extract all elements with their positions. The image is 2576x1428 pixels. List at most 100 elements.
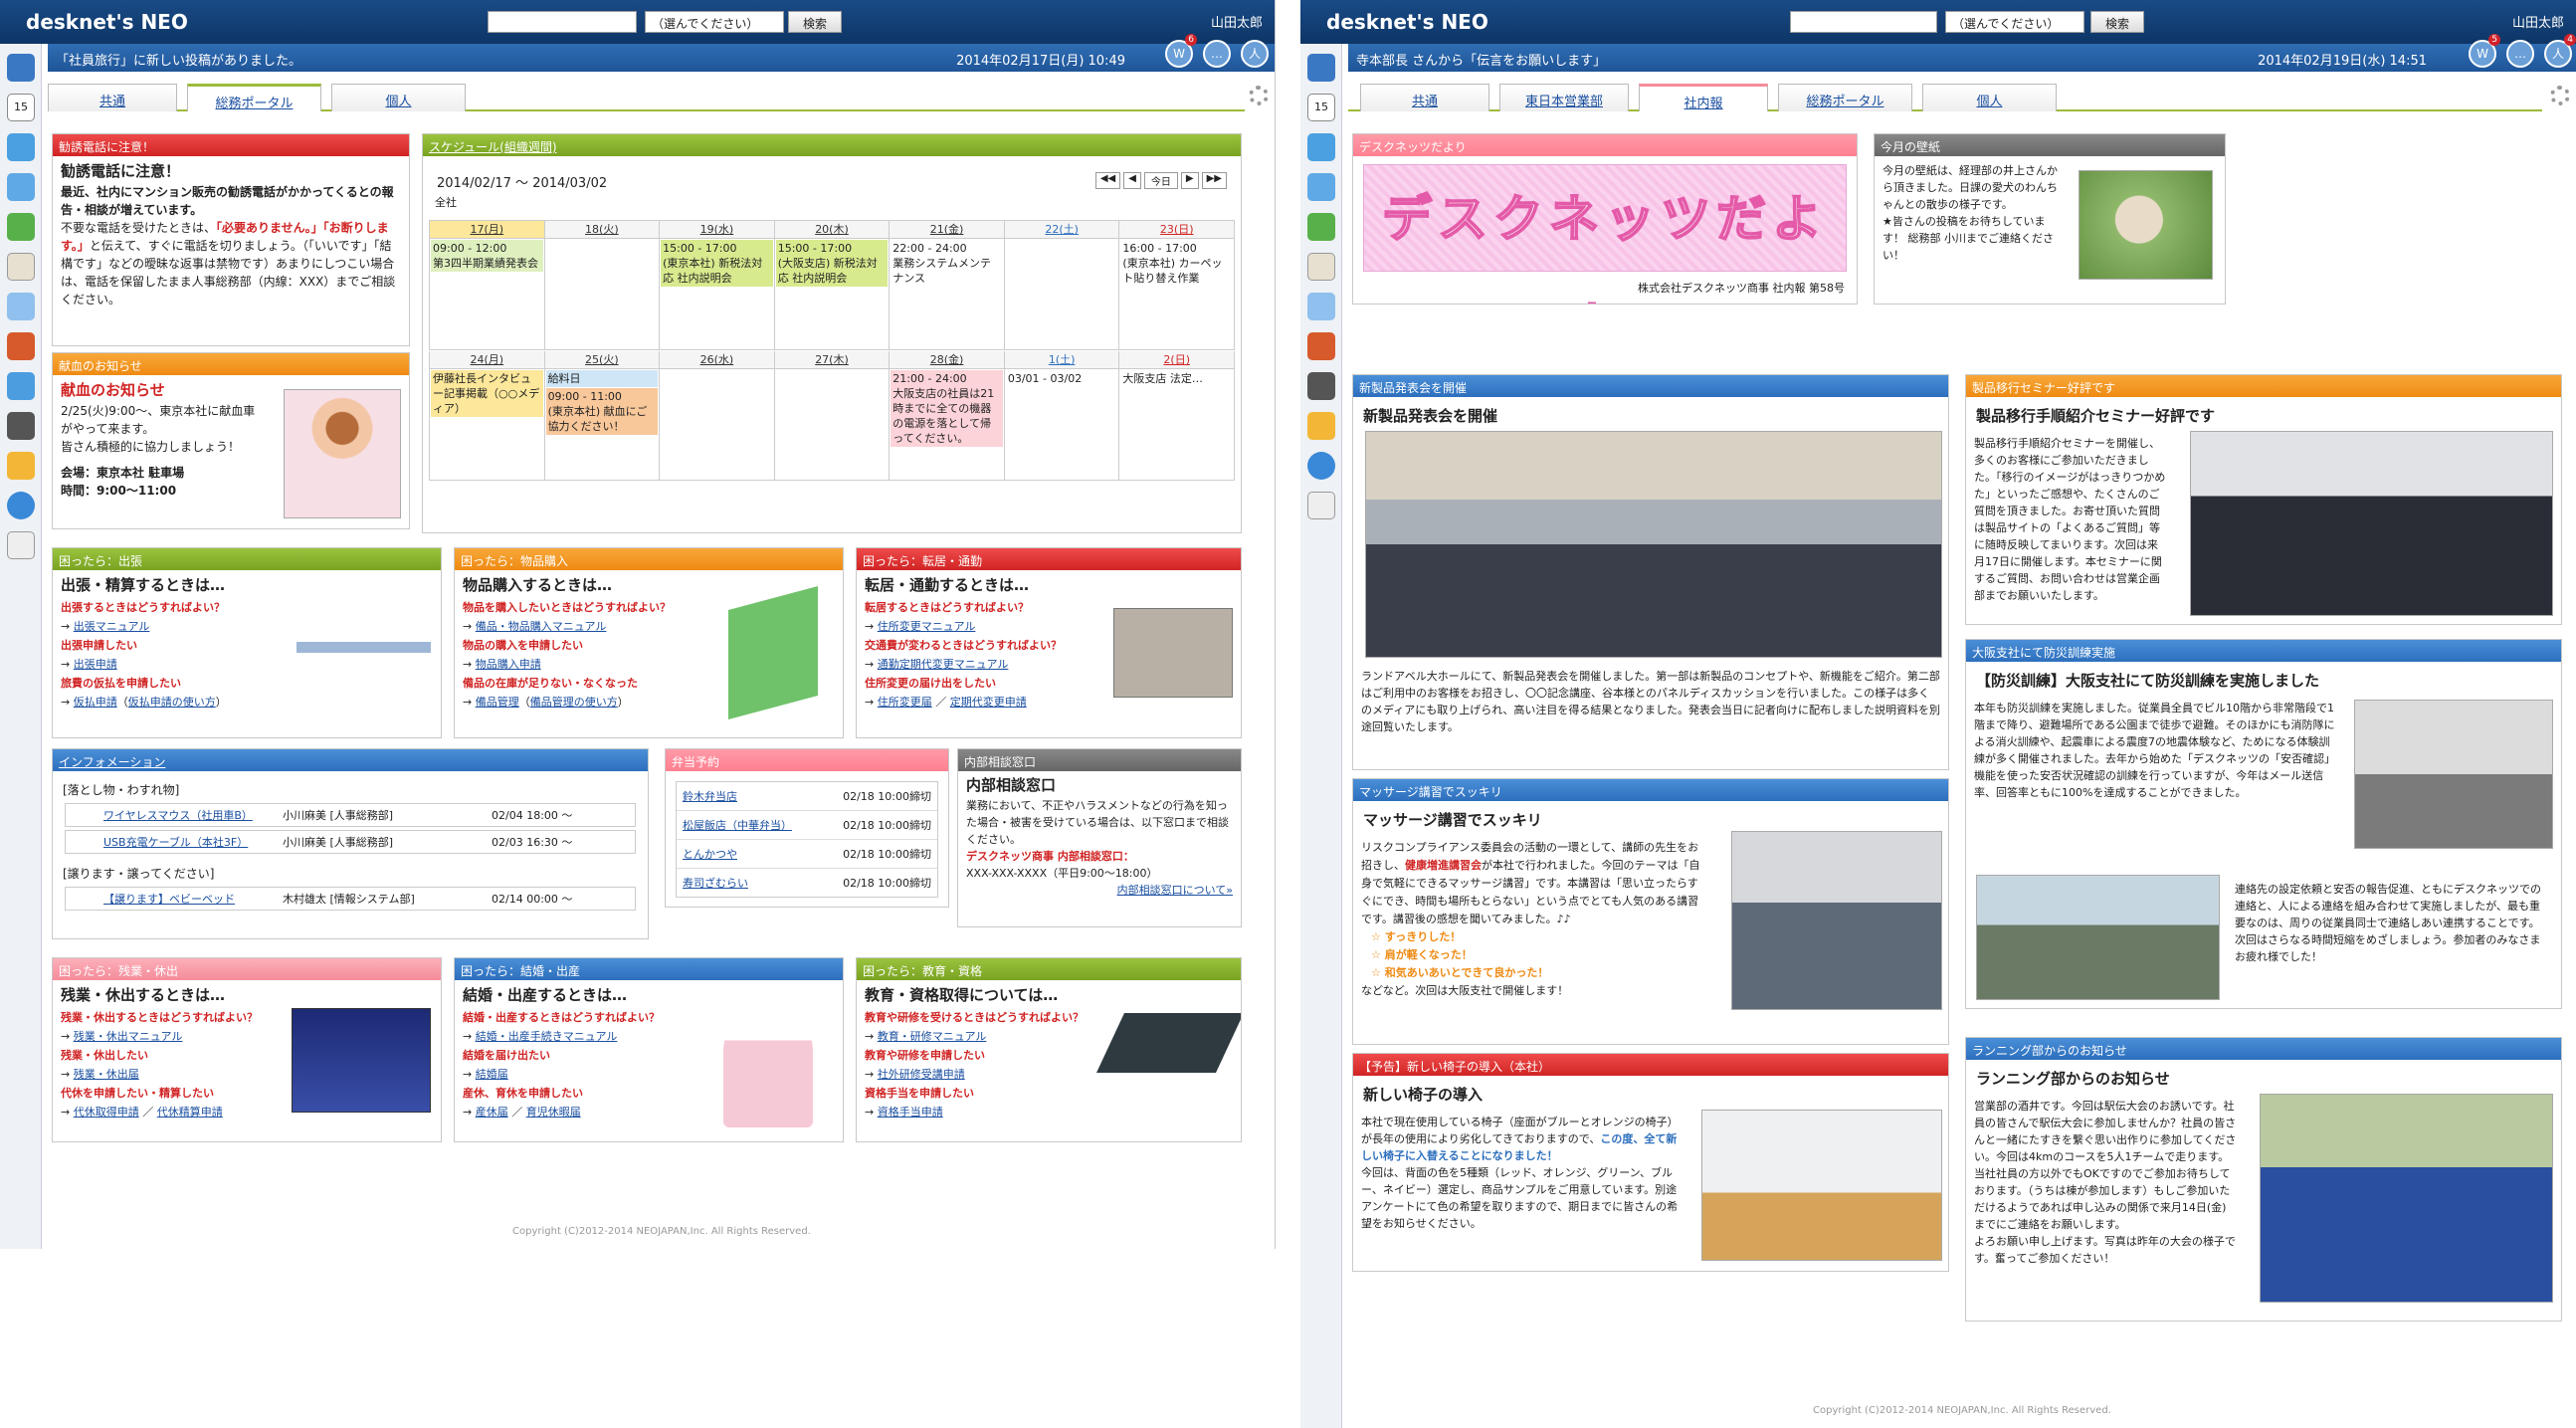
consult-link[interactable]: 内部相談窓口について» — [966, 882, 1233, 899]
info-row[interactable]: 【譲ります】ベビーベッド 木村雄太 [情報システム部] 02/14 00:00 ～ — [65, 887, 636, 911]
help-link[interactable]: 通勤定期代変更マニュアル — [878, 658, 1009, 671]
info-row[interactable]: ワイヤレスマウス（社用車B） 小川麻美 [人事総務部] 02/04 18:00 ～ — [65, 803, 636, 827]
search-category-select[interactable]: （選んでください） — [645, 11, 784, 33]
notification-bar[interactable]: 「社員旅行」に新しい投稿がありました。 2014年02月17日(月) 10:49 — [48, 44, 1275, 72]
search-button[interactable]: 検索 — [788, 11, 843, 33]
info-title[interactable]: ワイヤレスマウス（社用車B） — [74, 807, 253, 823]
day-cell[interactable]: 17(月) 09:00 - 12:00 第3四半期業績発表会 — [430, 221, 545, 350]
tab-personal[interactable]: 個人 — [1922, 84, 2057, 111]
day-header[interactable]: 20(木) — [774, 221, 890, 239]
day-cell[interactable]: 22(土) — [1004, 221, 1120, 350]
portal-icon[interactable] — [1307, 54, 1335, 82]
day-header[interactable]: 18(火) — [544, 221, 660, 239]
help-link[interactable]: 出張マニュアル — [74, 620, 150, 633]
tab-company-newsletter[interactable]: 社内報 — [1639, 84, 1768, 111]
schedule-header-link[interactable]: スケジュール(組織週間) — [429, 140, 557, 154]
text-icon[interactable] — [1307, 492, 1335, 519]
search-button[interactable]: 検索 — [2090, 11, 2145, 33]
help-link[interactable]: 社外研修受講申請 — [878, 1068, 965, 1081]
tab-common[interactable]: 共通 — [1360, 84, 1489, 111]
event-title[interactable]: (東京本社) 献血にご協力ください！ — [548, 404, 657, 434]
lunch-shop[interactable]: 鈴木弁当店 — [683, 788, 737, 804]
user-icon[interactable] — [7, 133, 35, 161]
calendar-icon[interactable]: 15 — [7, 94, 35, 121]
day-cell[interactable]: 25(火) 給料日 09:00 - 11:00 (東京本社) 献血にご協力ください！ — [544, 351, 661, 481]
user-menu[interactable]: 山田太郎 — [1211, 12, 1263, 31]
gear-icon[interactable] — [2550, 86, 2570, 105]
event-time[interactable]: 15:00 - 17:00 — [778, 241, 887, 256]
report-icon[interactable] — [1307, 293, 1335, 320]
day-header[interactable]: 24(月) — [430, 351, 544, 369]
phone-icon[interactable] — [1307, 213, 1335, 241]
user-menu[interactable]: 山田太郎 — [2512, 12, 2564, 31]
next-day-button[interactable]: ▶ — [1180, 172, 1199, 189]
gear-icon[interactable] — [1249, 86, 1269, 105]
lunch-row[interactable]: 寿司ざむらい 02/18 10:00締切 — [677, 869, 937, 897]
cabinet-icon[interactable] — [7, 332, 35, 360]
day-header[interactable]: 27(木) — [774, 351, 890, 369]
person-icon[interactable]: 人 — [1241, 40, 1269, 68]
help-link[interactable]: 代休取得申請 — [74, 1106, 139, 1119]
day-cell[interactable]: 20(木) 15:00 - 17:00 (大阪支店) 新税法対応 社内説明会 — [774, 221, 891, 350]
event-time[interactable]: 03/01 - 03/02 — [1006, 370, 1118, 387]
help-link[interactable]: 残業・休出届 — [74, 1068, 139, 1081]
memo-icon[interactable] — [1307, 253, 1335, 281]
person-icon[interactable]: 人4 — [2544, 34, 2576, 68]
tab-general-affairs-portal[interactable]: 総務ポータル — [187, 84, 321, 111]
day-cell[interactable]: 24(月) 伊藤社長インタビュー記事掲載（○○メディア） — [430, 351, 545, 481]
notification-text[interactable]: 寺本部長 さんから「伝言をお願いします」 — [1356, 54, 1606, 69]
search-input[interactable] — [488, 11, 637, 33]
day-cell[interactable]: 23(日) 16:00 - 17:00 (東京本社) カーペット貼り替え作業 — [1119, 221, 1235, 350]
prev-day-button[interactable]: ◀ — [1123, 172, 1141, 189]
event-time[interactable]: 09:00 - 12:00 — [433, 241, 541, 256]
help-link[interactable]: 備品管理の使い方 — [530, 696, 618, 709]
help-link[interactable]: 仮払申請の使い方 — [128, 696, 216, 709]
app-logo[interactable]: desknet's NEO — [1326, 10, 1488, 34]
memo-icon[interactable] — [7, 253, 35, 281]
event-title[interactable]: 大阪支店の社員は21時までに全ての機器の電源を落として帰ってください。 — [892, 386, 1001, 446]
event-title[interactable]: (東京本社) 新税法対応 社内説明会 — [663, 256, 771, 286]
day-cell[interactable]: 28(金) 21:00 - 24:00 大阪支店の社員は21時までに全ての機器の電源… — [890, 351, 1005, 481]
folder-icon[interactable] — [7, 452, 35, 480]
info-title[interactable]: 【譲ります】ベビーベッド — [74, 891, 253, 907]
help-link[interactable]: 育児休暇届 — [526, 1106, 581, 1119]
day-header[interactable]: 19(水) — [660, 221, 774, 239]
search-input[interactable] — [1790, 11, 1937, 33]
message-icon[interactable]: … — [2506, 40, 2534, 68]
day-cell[interactable]: 19(水) 15:00 - 17:00 (東京本社) 新税法対応 社内説明会 — [660, 221, 775, 350]
search-category-select[interactable]: （選んでください） — [1945, 11, 2084, 33]
help-link[interactable]: 結婚・出産手続きマニュアル — [476, 1030, 618, 1043]
tab-east-japan-sales[interactable]: 東日本営業部 — [1499, 84, 1629, 111]
event-time[interactable]: 21:00 - 24:00 — [892, 371, 1001, 386]
notification-bar[interactable]: 寺本部長 さんから「伝言をお願いします」 2014年02月19日(水) 14:5… — [1348, 44, 2576, 72]
day-header[interactable]: 26(水) — [660, 351, 774, 369]
lunch-row[interactable]: 松屋飯店（中華弁当） 02/18 10:00締切 — [677, 811, 937, 840]
help-icon[interactable] — [7, 492, 35, 519]
monitor-icon[interactable] — [7, 412, 35, 440]
neo-icon[interactable] — [7, 372, 35, 400]
event-time[interactable]: 22:00 - 24:00 — [892, 241, 1001, 256]
event-title[interactable]: 第3四半期業績発表会 — [433, 256, 541, 271]
help-link[interactable]: 住所変更届 — [878, 696, 932, 709]
lunch-shop[interactable]: 松屋飯店（中華弁当） — [683, 817, 792, 833]
day-header[interactable]: 22(土) — [1004, 221, 1119, 239]
day-header[interactable]: 25(火) — [544, 351, 660, 369]
help-link[interactable]: 備品・物品購入マニュアル — [476, 620, 607, 633]
user-icon[interactable] — [1307, 133, 1335, 161]
help-link[interactable]: 代休精算申請 — [157, 1106, 223, 1119]
today-button[interactable]: 今日 — [1143, 172, 1178, 189]
lunch-shop[interactable]: とんかつや — [683, 846, 737, 862]
help-link[interactable]: 出張申請 — [74, 658, 117, 671]
event-title[interactable]: (大阪支店) 新税法対応 社内説明会 — [778, 256, 887, 286]
help-link[interactable]: 資格手当申請 — [878, 1106, 943, 1119]
day-header[interactable]: 1(土) — [1004, 351, 1119, 369]
day-header[interactable]: 23(日) — [1119, 221, 1234, 239]
event-time[interactable]: 16:00 - 17:00 — [1122, 241, 1231, 256]
help-link[interactable]: 定期代変更申請 — [950, 696, 1027, 709]
cabinet-icon[interactable] — [1307, 332, 1335, 360]
event-title[interactable]: 大阪支店 法定… — [1120, 370, 1233, 387]
event-title[interactable]: (東京本社) カーペット貼り替え作業 — [1122, 256, 1231, 286]
event-title[interactable]: 給料日 — [545, 370, 659, 387]
prev-week-button[interactable]: ◀◀ — [1094, 172, 1121, 189]
day-cell[interactable]: 26(水) — [660, 351, 775, 481]
